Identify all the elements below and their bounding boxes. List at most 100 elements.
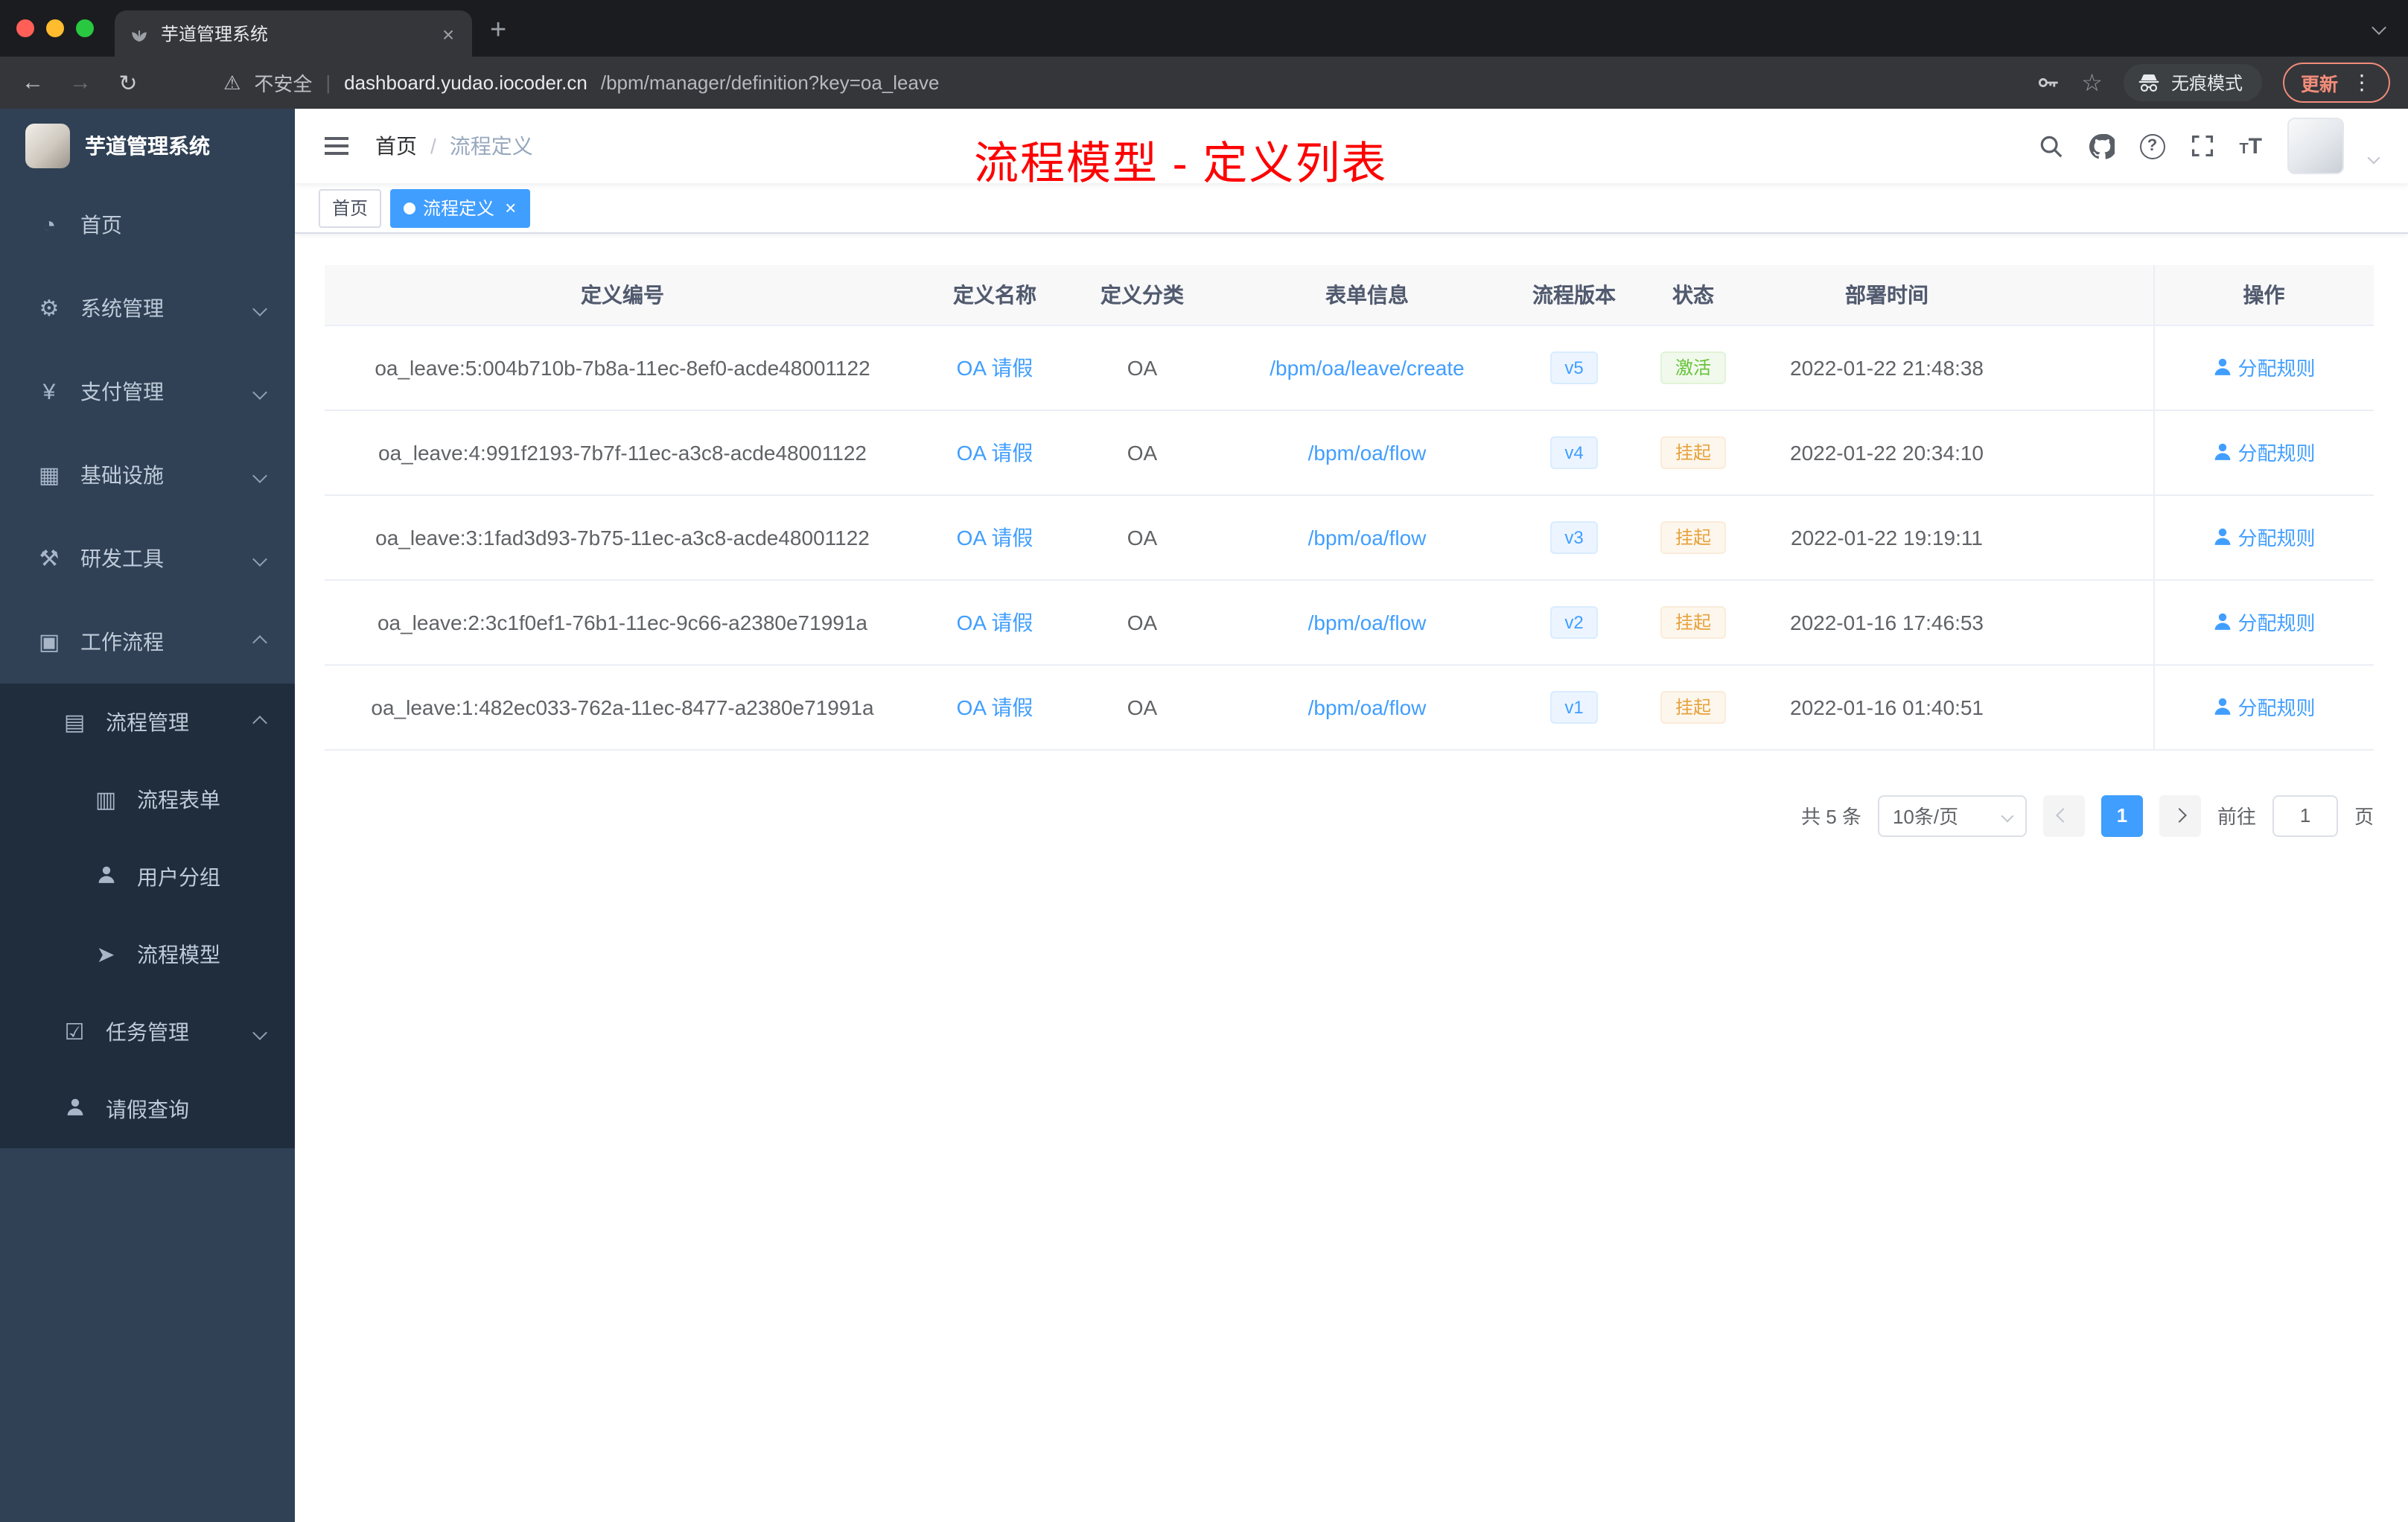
sidebar-item-workflow[interactable]: ▣ 工作流程 — [0, 600, 295, 684]
col-definition-name: 定义名称 — [920, 265, 1069, 325]
form-link[interactable]: /bpm/oa/leave/create — [1270, 355, 1465, 379]
table-row: oa_leave:4:991f2193-7b7f-11ec-a3c8-acde4… — [325, 410, 2374, 495]
dashboard-icon: ◔ — [42, 212, 57, 238]
filler-cell — [2016, 664, 2153, 750]
assign-rule-link[interactable]: 分配规则 — [2212, 353, 2316, 381]
brand-logo — [25, 124, 70, 168]
new-tab-button[interactable]: + — [490, 15, 506, 48]
key-icon[interactable] — [2035, 70, 2060, 95]
github-icon[interactable] — [2089, 133, 2115, 159]
page-1-button[interactable]: 1 — [2100, 795, 2143, 836]
goto-page-input[interactable] — [2272, 795, 2338, 836]
assign-rule-link[interactable]: 分配规则 — [2212, 523, 2316, 551]
deploy-time: 2022-01-16 01:40:51 — [1790, 695, 1984, 719]
definition-name-link[interactable]: OA 请假 — [957, 355, 1033, 379]
definition-name-link[interactable]: OA 请假 — [957, 695, 1033, 719]
back-button[interactable]: ← — [18, 70, 48, 95]
definition-category: OA — [1127, 355, 1158, 379]
font-size-icon[interactable]: TT — [2239, 135, 2262, 157]
assign-rule-link[interactable]: 分配规则 — [2212, 692, 2316, 721]
sidebar-item-process-model[interactable]: ➤ 流程模型 — [0, 916, 295, 993]
sidebar-item-system[interactable]: ⚙ 系统管理 — [0, 267, 295, 350]
form-link[interactable]: /bpm/oa/flow — [1308, 695, 1427, 719]
url-domain: dashboard.yudao.iocoder.cn — [344, 71, 587, 94]
process-model-icon: ➤ — [96, 943, 115, 968]
tag-close-icon[interactable]: × — [505, 197, 516, 219]
app: 芋道管理系统 ◔ 首页 ⚙ 系统管理 ¥ 支付管理 ▦ 基础设施 ⚒ 研发工具 … — [0, 109, 2408, 1522]
breadcrumb-home[interactable]: 首页 — [375, 131, 417, 161]
person-icon — [2214, 443, 2230, 460]
tab-close-icon[interactable]: × — [436, 22, 460, 45]
help-icon[interactable]: ? — [2139, 133, 2165, 159]
user-group-icon — [92, 865, 119, 890]
fullscreen-icon[interactable] — [2190, 134, 2214, 158]
status-badge: 挂起 — [1660, 520, 1726, 553]
breadcrumb-separator: / — [430, 134, 436, 158]
version-badge: v1 — [1549, 690, 1599, 723]
sidebar-item-user-group[interactable]: 用户分组 — [0, 838, 295, 916]
definition-category: OA — [1127, 440, 1158, 464]
deploy-time: 2022-01-22 21:48:38 — [1790, 355, 1984, 379]
col-definition-category: 定义分类 — [1069, 265, 1215, 325]
tag-home[interactable]: 首页 — [319, 188, 382, 227]
definition-name-link[interactable]: OA 请假 — [957, 525, 1033, 549]
yen-icon: ¥ — [42, 379, 56, 404]
sidebar-item-home[interactable]: ◔ 首页 — [0, 183, 295, 267]
version-badge: v4 — [1549, 436, 1599, 468]
avatar-dropdown-icon[interactable] — [2367, 151, 2380, 165]
forward-button[interactable]: → — [66, 70, 95, 95]
chrome-update-button[interactable]: 更新 ⋮ — [2282, 63, 2390, 103]
reload-button[interactable]: ↻ — [113, 69, 143, 96]
next-page-button[interactable] — [2159, 795, 2201, 836]
prev-page-button[interactable] — [2042, 795, 2085, 836]
main-area: 首页 / 流程定义 ? TT 流程模型 - 定义列表 首页 流程定义 × 定义编… — [295, 109, 2408, 1522]
address-bar[interactable]: ⚠ 不安全 | dashboard.yudao.iocoder.cn/bpm/m… — [161, 69, 2017, 97]
tools-icon: ⚒ — [39, 547, 60, 572]
bookmark-star-icon[interactable]: ☆ — [2081, 68, 2103, 98]
definition-id: oa_leave:1:482ec033-762a-11ec-8477-a2380… — [371, 695, 874, 719]
avatar[interactable] — [2287, 118, 2344, 174]
col-deploy-time: 部署时间 — [1757, 265, 2016, 325]
sidebar-item-task-management[interactable]: ☑ 任务管理 — [0, 993, 295, 1071]
sidebar-toggle-icon[interactable] — [322, 133, 351, 159]
security-label[interactable]: 不安全 — [254, 69, 312, 97]
deploy-time: 2022-01-22 20:34:10 — [1790, 440, 1984, 464]
form-link[interactable]: /bpm/oa/flow — [1308, 440, 1427, 464]
browser-menu-icon[interactable]: ⋮ — [2351, 70, 2372, 95]
toolbar-right: ☆ 无痕模式 更新 ⋮ — [2035, 63, 2390, 103]
assign-rule-link[interactable]: 分配规则 — [2212, 608, 2316, 636]
definition-name-link[interactable]: OA 请假 — [957, 610, 1033, 634]
page-size-select[interactable]: 10条/页 — [1877, 795, 2027, 836]
form-link[interactable]: /bpm/oa/flow — [1308, 525, 1427, 549]
definition-name-link[interactable]: OA 请假 — [957, 440, 1033, 464]
minimize-window-button[interactable] — [46, 19, 64, 37]
workflow-icon: ▣ — [38, 630, 60, 655]
sidebar-item-devtools[interactable]: ⚒ 研发工具 — [0, 517, 295, 600]
pagination: 共 5 条 10条/页 1 前往 页 — [325, 795, 2374, 836]
incognito-label: 无痕模式 — [2170, 73, 2243, 94]
col-status: 状态 — [1629, 265, 1757, 325]
url-separator: | — [325, 71, 331, 94]
annotation-title: 流程模型 - 定义列表 — [974, 140, 1388, 189]
search-icon[interactable] — [2038, 133, 2063, 159]
sidebar-item-process-form[interactable]: ▥ 流程表单 — [0, 761, 295, 838]
browser-tab[interactable]: 芋道管理系统 × — [115, 10, 472, 57]
zoom-window-button[interactable] — [76, 19, 94, 37]
task-icon: ☑ — [64, 1020, 85, 1045]
goto-label: 前往 — [2217, 806, 2256, 828]
definition-category: OA — [1127, 695, 1158, 719]
assign-rule-link[interactable]: 分配规则 — [2212, 438, 2316, 466]
sidebar-item-process-management[interactable]: ▤ 流程管理 — [0, 684, 295, 761]
sidebar-brand: 芋道管理系统 — [0, 109, 295, 183]
tab-search-chevron-icon[interactable] — [2372, 20, 2386, 35]
tag-process-definition[interactable]: 流程定义 × — [390, 188, 530, 227]
sidebar-item-infrastructure[interactable]: ▦ 基础设施 — [0, 433, 295, 517]
filler-cell — [2016, 325, 2153, 410]
close-window-button[interactable] — [16, 19, 34, 37]
sidebar-item-payment[interactable]: ¥ 支付管理 — [0, 350, 295, 433]
infrastructure-icon: ▦ — [38, 463, 60, 488]
definition-id: oa_leave:3:1fad3d93-7b75-11ec-a3c8-acde4… — [375, 525, 870, 549]
form-link[interactable]: /bpm/oa/flow — [1308, 610, 1427, 634]
sidebar-item-leave-query[interactable]: 请假查询 — [0, 1071, 295, 1148]
person-icon — [2214, 528, 2230, 545]
